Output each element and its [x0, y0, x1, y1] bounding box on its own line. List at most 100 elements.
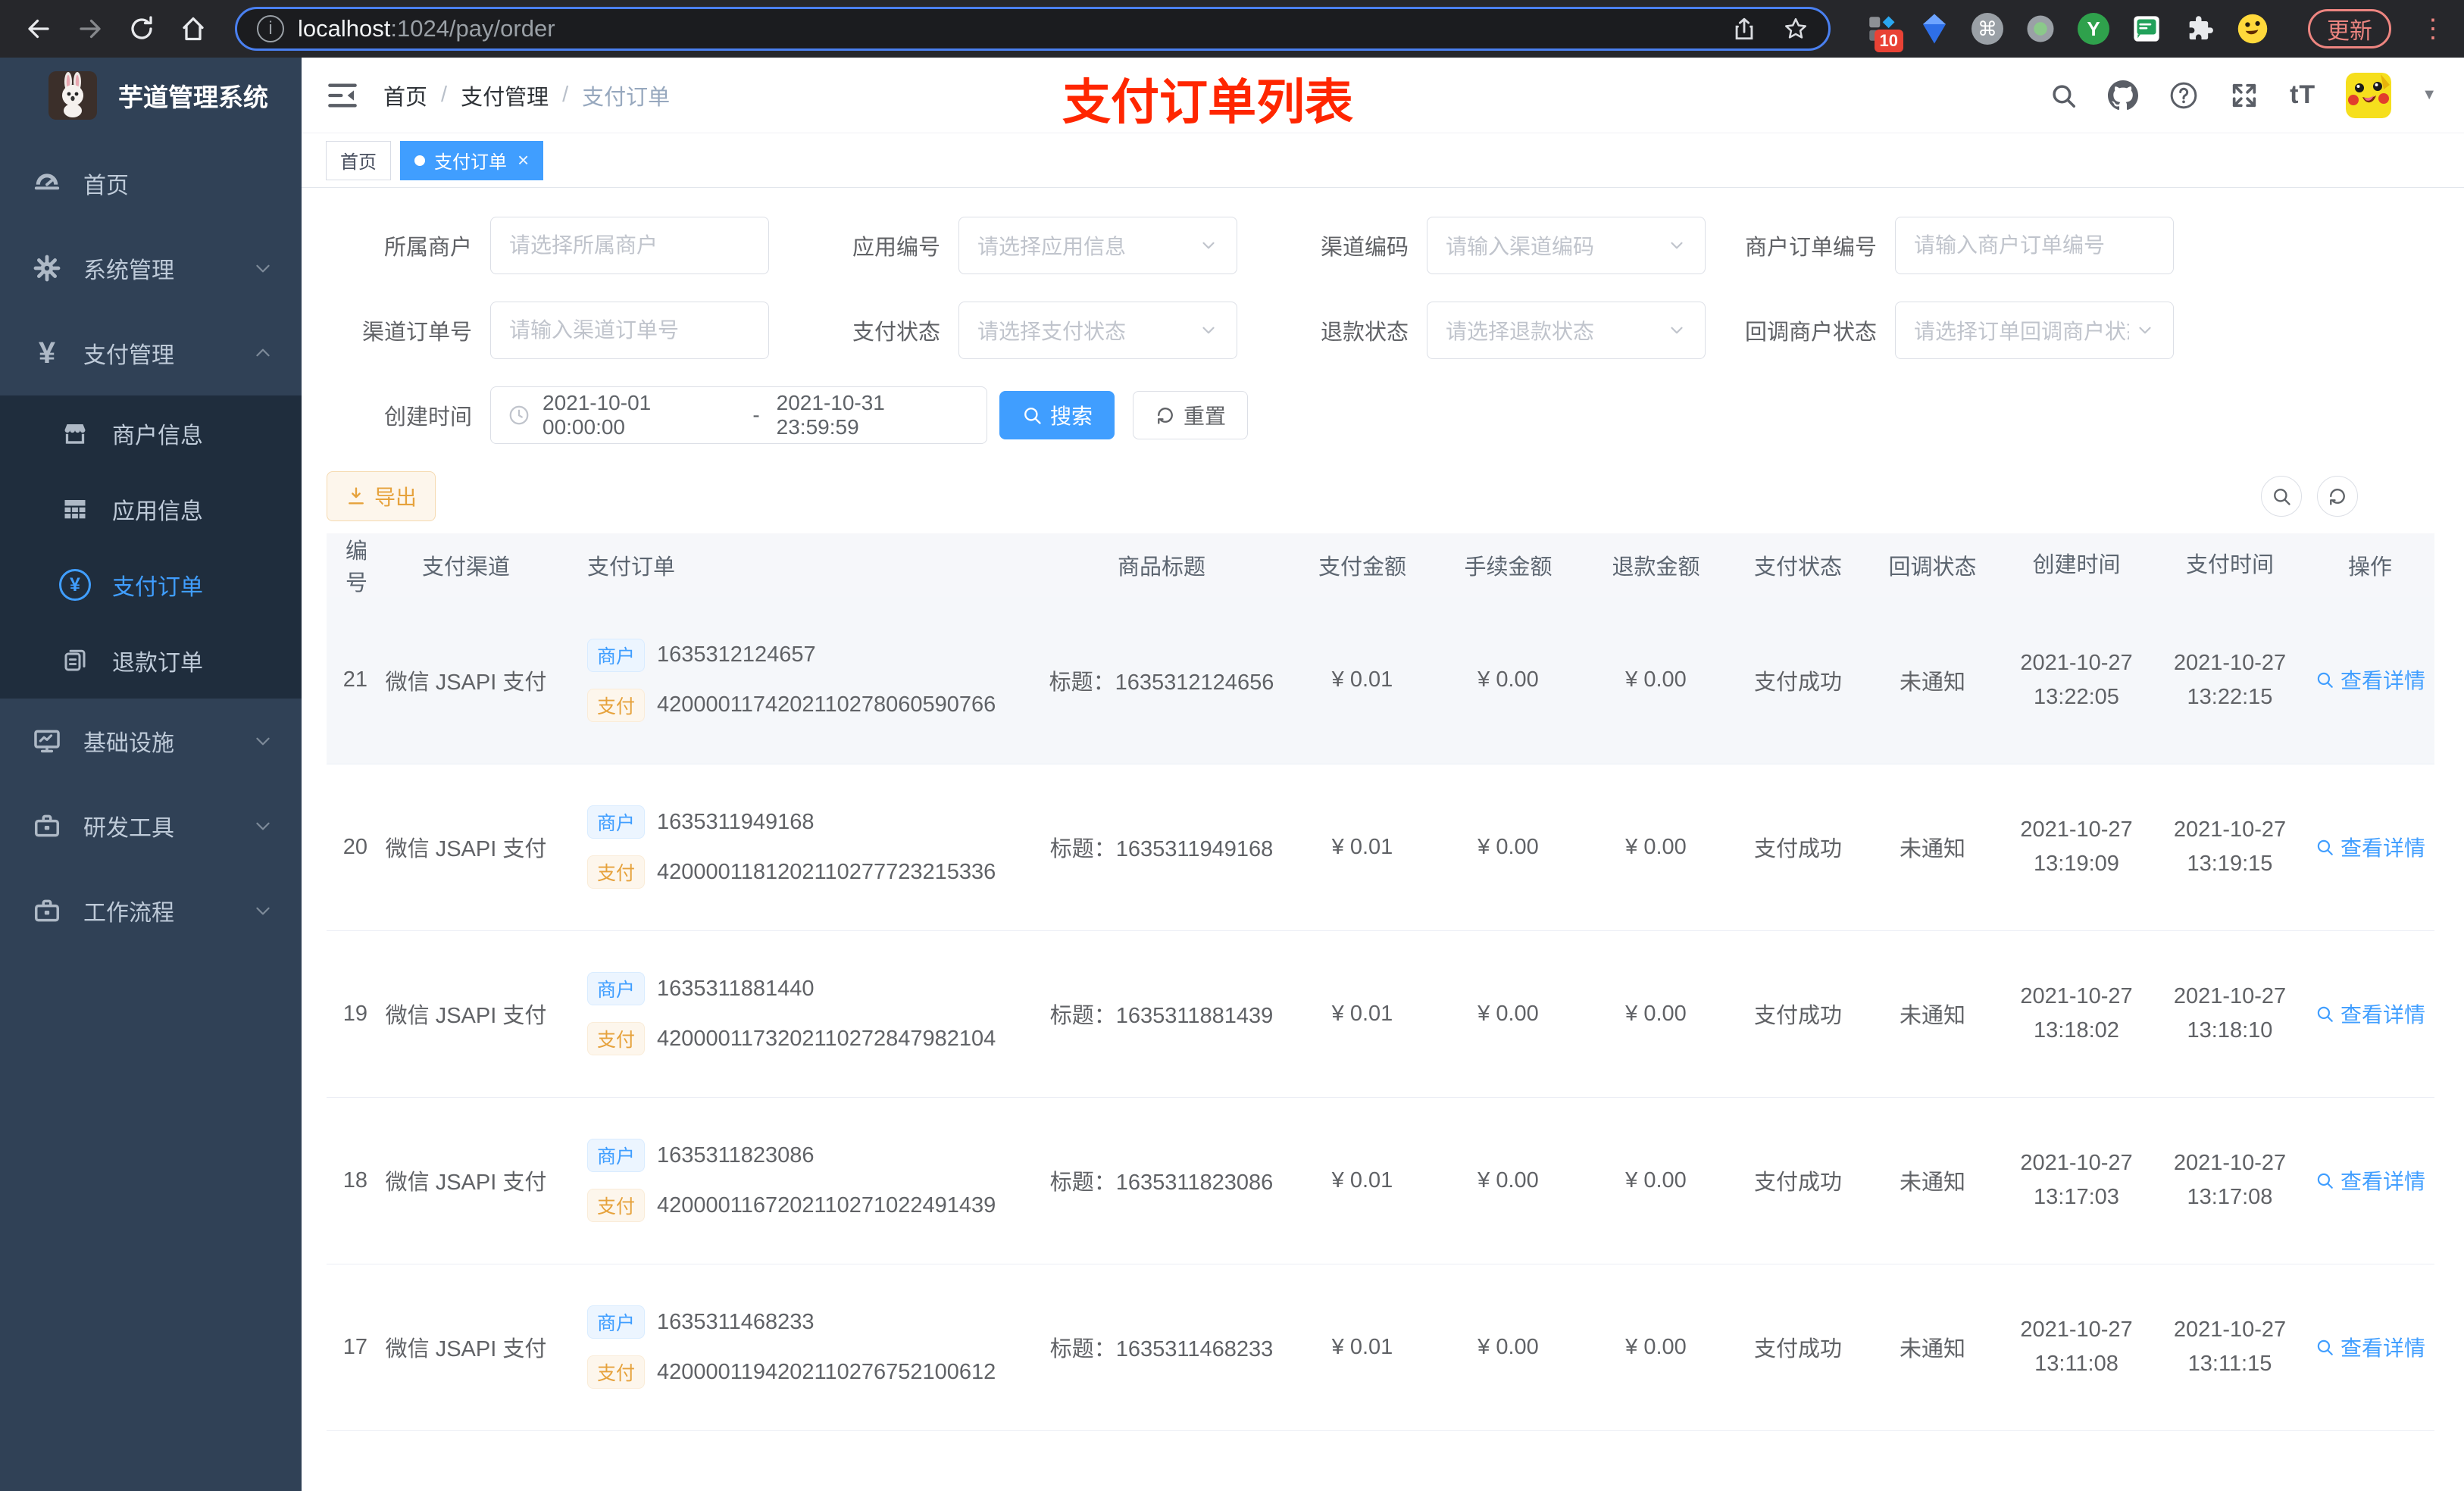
- merchant-tag: 商户: [587, 972, 646, 1005]
- sidebar-item-pay-order[interactable]: ¥ 支付订单: [0, 547, 302, 623]
- sidebar-item-payment[interactable]: ¥ 支付管理: [0, 311, 302, 395]
- bookmark-star-icon[interactable]: [1783, 16, 1809, 42]
- filter-pay-status: 支付状态 请选择支付状态: [795, 302, 1255, 359]
- sidebar-item-home[interactable]: 首页: [0, 141, 302, 226]
- table-row: 18 微信 JSAPI 支付 商户 1635311823086 支付 4200001…: [327, 1097, 2434, 1264]
- view-detail-link[interactable]: 查看详情: [2315, 832, 2425, 862]
- date-range-picker[interactable]: 2021-10-01 00:00:00 - 2021-10-31 23:59:5…: [490, 386, 987, 444]
- view-detail-link[interactable]: 查看详情: [2315, 664, 2425, 695]
- notify-status-select[interactable]: 请选择订单回调商户状态: [1895, 302, 2174, 359]
- toolbox-icon: [30, 811, 64, 840]
- github-icon[interactable]: [2108, 80, 2139, 111]
- page-content: 所属商户 应用编号 请选择应用信息 渠道编码 请输入渠道编码: [302, 188, 2464, 1491]
- yen-icon: ¥: [38, 336, 56, 370]
- tag-home[interactable]: 首页: [326, 140, 391, 180]
- site-info-icon[interactable]: i: [257, 15, 284, 42]
- breadcrumb-home[interactable]: 首页: [383, 80, 427, 111]
- url-host: localhost: [298, 15, 391, 42]
- toggle-search-icon[interactable]: [2261, 476, 2302, 517]
- app-id-select[interactable]: 请选择应用信息: [958, 217, 1237, 274]
- search-icon[interactable]: [2049, 81, 2078, 110]
- top-navbar: 首页 / 支付管理 / 支付订单 支付订单列表 tT ▼: [302, 58, 2464, 133]
- sidebar-toggle-icon[interactable]: [327, 83, 358, 108]
- sidebar-item-app-info[interactable]: 应用信息: [0, 471, 302, 547]
- table-header-row: 编号 支付渠道 支付订单 商品标题 支付金额 手续金额 退款金额 支付状态 回调…: [327, 533, 2434, 597]
- browser-back-icon[interactable]: [18, 8, 59, 49]
- extension-badge: 10: [1874, 30, 1903, 52]
- breadcrumb-separator: /: [441, 83, 448, 107]
- chevron-down-icon: [253, 901, 273, 921]
- monitor-icon: [30, 727, 64, 755]
- view-detail-link[interactable]: 查看详情: [2315, 1165, 2425, 1196]
- user-avatar[interactable]: [2346, 72, 2392, 118]
- extension-gem-icon[interactable]: [1917, 11, 1952, 46]
- filter-refund-status: 退款状态 请选择退款状态: [1263, 302, 1724, 359]
- document-copy-icon: [58, 647, 92, 674]
- orders-table: 编号 支付渠道 支付订单 商品标题 支付金额 手续金额 退款金额 支付状态 回调…: [327, 533, 2434, 1491]
- browser-home-icon[interactable]: [173, 8, 214, 49]
- avatar-dropdown-caret-icon[interactable]: ▼: [2422, 86, 2437, 104]
- extension-y-icon[interactable]: Y: [2076, 11, 2111, 46]
- filter-channel-order-no: 渠道订单号: [327, 302, 787, 359]
- extension-grid-icon[interactable]: 10: [1864, 11, 1903, 52]
- search-button[interactable]: 搜索: [999, 391, 1115, 439]
- pay-tag: 支付: [587, 855, 646, 889]
- chevron-up-icon: [253, 343, 273, 363]
- date-start-value: 2021-10-01 00:00:00: [543, 391, 652, 439]
- share-icon[interactable]: [1731, 16, 1757, 42]
- filter-merchant-order-no: 商户订单编号: [1731, 217, 2192, 274]
- fullscreen-icon[interactable]: [2229, 80, 2259, 111]
- browser-update-button[interactable]: 更新: [2308, 9, 2391, 48]
- table-row: 21 微信 JSAPI 支付 商户 1635312124657 支付 4200001…: [327, 597, 2434, 764]
- pay-tag: 支付: [587, 1022, 646, 1055]
- grid-table-icon: [58, 495, 92, 523]
- extension-record-icon[interactable]: [2023, 11, 2058, 46]
- breadcrumb-current: 支付订单: [582, 85, 671, 110]
- merchant-input[interactable]: [490, 217, 769, 274]
- sidebar-item-workflow[interactable]: 工作流程: [0, 868, 302, 953]
- extension-chat-icon[interactable]: [2129, 11, 2164, 46]
- table-row: 20 微信 JSAPI 支付 商户 1635311949168 支付 4200001…: [327, 764, 2434, 931]
- tag-close-icon[interactable]: ×: [518, 148, 529, 172]
- workflow-briefcase-icon: [30, 896, 64, 925]
- browser-forward-icon[interactable]: [70, 8, 111, 49]
- pay-status-select[interactable]: 请选择支付状态: [958, 302, 1237, 359]
- extensions-puzzle-icon[interactable]: [2182, 11, 2217, 46]
- dashboard-icon: [30, 169, 64, 198]
- extension-command-icon[interactable]: ⌘: [1970, 11, 2005, 46]
- chevron-down-icon: [1667, 320, 1687, 340]
- font-size-icon[interactable]: tT: [2290, 80, 2315, 110]
- sidebar-item-system[interactable]: 系统管理: [0, 226, 302, 311]
- view-detail-link[interactable]: 查看详情: [2315, 1332, 2425, 1362]
- browser-reload-icon[interactable]: [121, 8, 162, 49]
- sidebar-item-merchant-info[interactable]: 商户信息: [0, 395, 302, 471]
- breadcrumb-payment[interactable]: 支付管理: [461, 80, 549, 111]
- merchant-tag: 商户: [587, 805, 646, 839]
- tag-pay-order-active[interactable]: 支付订单 ×: [400, 140, 544, 180]
- chevron-down-icon: [253, 731, 273, 751]
- view-detail-link[interactable]: 查看详情: [2315, 999, 2425, 1029]
- merchant-tag: 商户: [587, 638, 646, 672]
- merchant-order-no-input[interactable]: [1895, 217, 2174, 274]
- annotation-title: 支付订单列表: [1062, 75, 1353, 130]
- refresh-icon[interactable]: [2317, 476, 2358, 517]
- extension-bar: 10 ⌘ Y 更新 ⋮: [1864, 9, 2446, 52]
- table-row: 17 微信 JSAPI 支付 商户 1635311468233 支付 4200001…: [327, 1264, 2434, 1431]
- app-logo[interactable]: 芋道管理系统: [0, 58, 302, 133]
- channel-code-select[interactable]: 请输入渠道编码: [1427, 217, 1706, 274]
- sidebar-item-refund-order[interactable]: 退款订单: [0, 623, 302, 699]
- channel-order-no-input[interactable]: [490, 302, 769, 359]
- help-icon[interactable]: [2169, 80, 2199, 111]
- filter-merchant: 所属商户: [327, 217, 787, 274]
- browser-menu-icon[interactable]: ⋮: [2420, 14, 2446, 44]
- url-bar[interactable]: i localhost:1024/pay/order: [235, 7, 1831, 51]
- sidebar-item-infrastructure[interactable]: 基础设施: [0, 699, 302, 783]
- reset-button[interactable]: 重置: [1133, 391, 1249, 439]
- refund-status-select[interactable]: 请选择退款状态: [1427, 302, 1706, 359]
- export-button[interactable]: 导出: [327, 471, 436, 521]
- chevron-down-icon: [1199, 236, 1218, 255]
- sidebar-item-dev-tools[interactable]: 研发工具: [0, 783, 302, 868]
- chevron-down-icon: [253, 258, 273, 278]
- table-row: 商户1635311354786: [327, 1430, 2434, 1491]
- extension-emoji-icon[interactable]: [2235, 11, 2270, 46]
